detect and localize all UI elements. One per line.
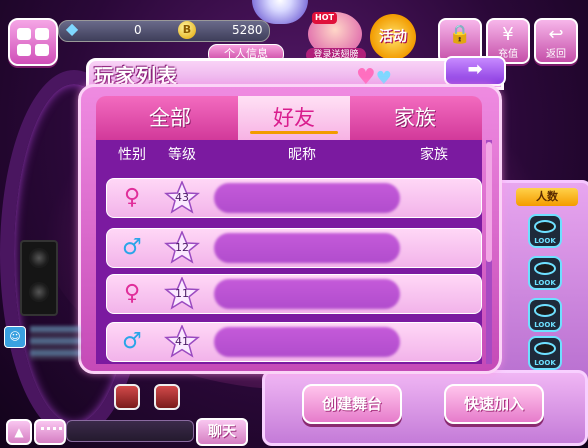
- lock-icon: 🔒: [448, 24, 472, 45]
- scrollbar-thumb[interactable]: [486, 142, 492, 262]
- key-dot: [47, 427, 50, 430]
- chat-send-button[interactable]: 聊天: [196, 418, 248, 446]
- level-value: 43: [175, 191, 189, 204]
- diamond-count: 0: [134, 23, 142, 37]
- shoe: [114, 384, 140, 410]
- female-icon: ♀: [123, 281, 141, 306]
- next-arrow-button[interactable]: ➡: [444, 56, 506, 86]
- level-value: 12: [175, 241, 189, 254]
- header-level: 等级: [168, 147, 196, 163]
- speaker-cone: [29, 248, 49, 268]
- nickname-blurred: [214, 233, 400, 263]
- diamond-icon: ◆: [65, 19, 79, 38]
- tab-all[interactable]: 全部: [106, 96, 234, 140]
- key-dot: [41, 427, 44, 430]
- key-dot: [53, 427, 56, 430]
- grid-cell: [17, 28, 31, 40]
- level-star-icon: 41: [163, 324, 201, 359]
- quick-join-button[interactable]: 快速加入: [444, 384, 544, 424]
- male-icon: ♂: [122, 329, 142, 354]
- nickname-blurred: [214, 327, 400, 357]
- key-dot: [59, 427, 62, 430]
- back-arrow-icon: ↩: [548, 24, 564, 45]
- eye-icon: [534, 342, 556, 355]
- grid-cell: [17, 44, 31, 56]
- level-star-icon: 11: [163, 276, 201, 311]
- chat-input[interactable]: [66, 420, 194, 442]
- look-label: LOOK: [534, 279, 556, 287]
- player-count-header: 人数: [516, 188, 578, 206]
- header-gender: 性别: [118, 147, 146, 163]
- expand-chat-button[interactable]: ▲: [6, 419, 32, 445]
- eye-icon: [534, 262, 556, 275]
- grid-cell: [35, 44, 49, 56]
- coin-icon: B: [178, 21, 196, 39]
- level-value: 41: [175, 335, 189, 348]
- tab-friends[interactable]: 好友: [238, 96, 350, 140]
- chat-message-blurred: [30, 326, 80, 360]
- shoe: [154, 384, 180, 410]
- header-nickname: 昵称: [288, 147, 316, 163]
- back-label: 返回: [546, 49, 566, 60]
- nickname-blurred: [214, 279, 400, 309]
- character-feet: [110, 380, 180, 410]
- nickname-blurred: [214, 183, 400, 213]
- back-button[interactable]: ↩ 返回: [534, 18, 578, 64]
- look-label: LOOK: [534, 359, 556, 367]
- event-button[interactable]: 活动: [370, 14, 416, 60]
- coin-count: 5280: [232, 23, 263, 37]
- main-menu-button[interactable]: [8, 18, 58, 66]
- eye-icon: [534, 304, 556, 317]
- level-star-icon: 12: [163, 230, 201, 265]
- tab-family[interactable]: 家族: [352, 96, 478, 140]
- level-star-icon: 43: [163, 180, 201, 215]
- male-icon: ♂: [122, 235, 142, 260]
- keyboard-button[interactable]: [34, 419, 66, 445]
- look-button[interactable]: LOOK: [528, 214, 562, 248]
- create-stage-button[interactable]: 创建舞台: [302, 384, 402, 424]
- eye-icon: [534, 220, 556, 233]
- look-button[interactable]: LOOK: [528, 256, 562, 290]
- header-family: 家族: [420, 147, 448, 163]
- speaker-cone: [29, 282, 49, 302]
- female-icon: ♀: [123, 185, 141, 210]
- look-button[interactable]: LOOK: [528, 298, 562, 332]
- hot-badge: HOT: [312, 12, 337, 24]
- level-value: 11: [175, 287, 189, 300]
- look-label: LOOK: [534, 321, 556, 329]
- grid-cell: [35, 28, 49, 40]
- yen-icon: ¥: [502, 24, 514, 45]
- chat-avatar-icon: ☺: [4, 326, 26, 348]
- look-button[interactable]: LOOK: [528, 336, 562, 370]
- look-label: LOOK: [534, 237, 556, 245]
- speaker: [20, 240, 58, 316]
